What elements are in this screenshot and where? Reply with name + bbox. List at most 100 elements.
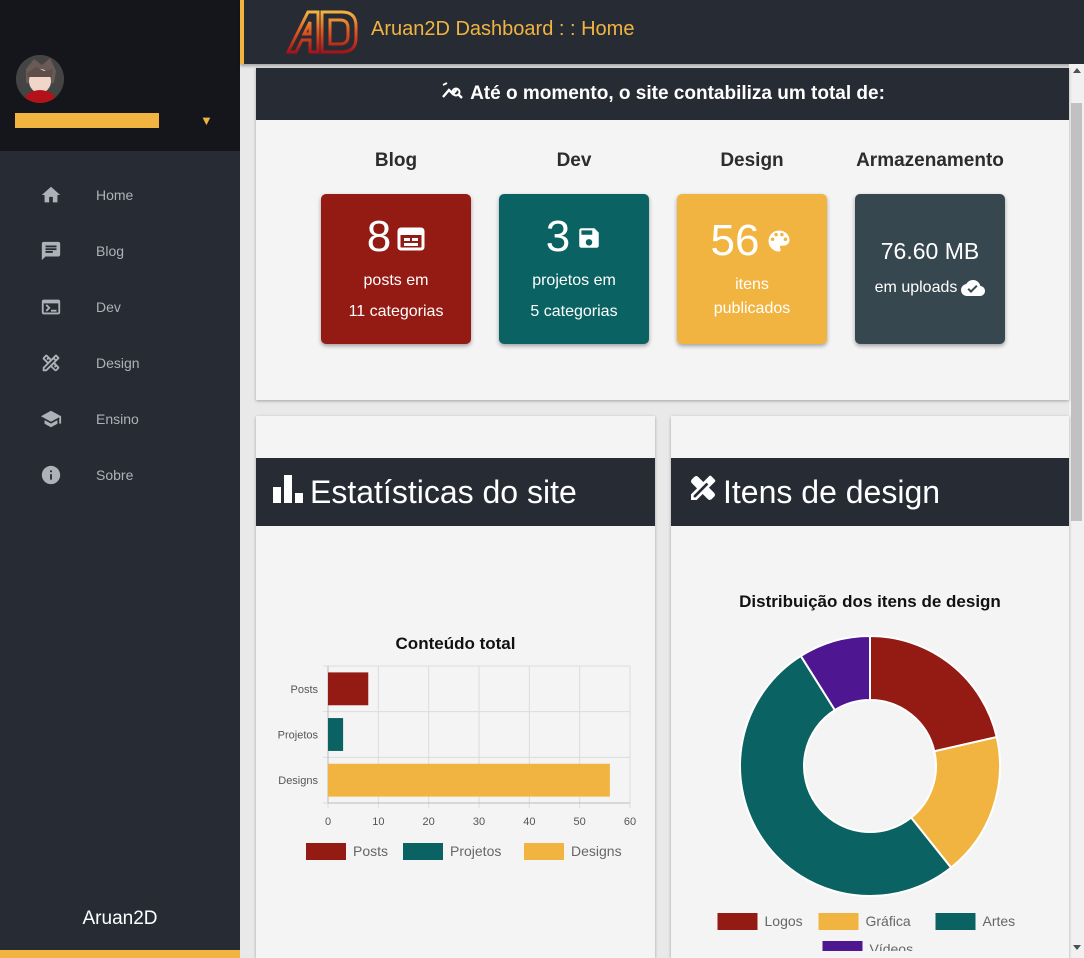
slice-logos[interactable] (869, 634, 998, 753)
caret-down-icon[interactable]: ▼ (200, 113, 213, 128)
x-tick-label: 40 (523, 816, 535, 828)
sidebar-item-label: Ensino (96, 411, 139, 427)
stat-value: 3 (545, 212, 571, 261)
username-bar[interactable] (15, 113, 159, 128)
sidebar-footer: Aruan2D (82, 908, 158, 929)
sidebar-item-blog[interactable]: Blog (0, 223, 240, 279)
page-title: Aruan2D Dashboard : : Home (371, 18, 635, 40)
stat-title: Dev (556, 150, 592, 171)
x-tick-label: 10 (372, 816, 384, 828)
legend-swatch (306, 843, 346, 860)
chart-title: Distribuição dos itens de design (739, 592, 1001, 611)
analytics-icon (440, 79, 464, 109)
bar-projetos[interactable] (328, 718, 344, 751)
sidebar-item-label: Sobre (96, 467, 134, 483)
profile-area: ▼ (0, 0, 240, 151)
legend-swatch (822, 941, 863, 951)
stats-panel: Estatísticas do site Conteúdo total 0 10 2… (256, 416, 655, 958)
sidebar-item-label: Dev (96, 299, 121, 315)
sidebar-item-home[interactable]: Home (0, 167, 240, 223)
top-header: Aruan2D Dashboard : : Home (240, 0, 1084, 64)
y-tick-label: Projetos (278, 730, 319, 742)
legend-label[interactable]: Designs (571, 843, 622, 859)
design-panel-header: Itens de design (671, 458, 1069, 526)
legend-swatch (403, 843, 443, 860)
donut-chart: Logos Gráfica Artes Vídeos (717, 634, 1016, 951)
sidebar: ▼ Home Blog Dev Design Ensino Sobre Arua… (0, 0, 240, 958)
stat-value-row: 56 (677, 216, 827, 266)
cloud-done-icon (961, 279, 986, 302)
stat-box-blog[interactable]: 8 posts em 11 categorias (321, 194, 471, 344)
legend-label[interactable]: Projetos (450, 843, 501, 859)
x-tick-label: 20 (423, 816, 435, 828)
x-tick-label: 60 (624, 816, 636, 828)
save-icon (576, 212, 602, 262)
stat-line2: 5 categorias (530, 303, 618, 320)
stat-title: Armazenamento (856, 150, 1004, 171)
y-tick-label: Posts (290, 684, 318, 696)
stat-box-storage[interactable]: 76.60 MB em uploads (855, 194, 1005, 344)
info-icon (0, 464, 96, 486)
stat-box-design[interactable]: 56 itens publicados (677, 194, 827, 344)
design-panel: Itens de design Distribuição dos itens d… (671, 416, 1069, 958)
panel-title: Estatísticas do site (310, 473, 577, 510)
legend-label[interactable]: Logos (765, 913, 803, 929)
sidebar-item-design[interactable]: Design (0, 335, 240, 391)
y-tick-label: Designs (278, 775, 318, 787)
stat-title: Design (720, 150, 784, 171)
logo[interactable] (284, 8, 360, 61)
stat-value: 56 (710, 216, 760, 265)
legend-label[interactable]: Gráfica (866, 913, 911, 929)
school-icon (0, 408, 96, 430)
sidebar-item-label: Blog (96, 243, 125, 259)
legend-swatch (717, 913, 758, 930)
bar-posts[interactable] (328, 672, 369, 706)
sidebar-item-label: Design (96, 355, 140, 371)
stat-value: 8 (366, 212, 392, 261)
bar-chart: 0 10 20 30 40 50 60 Posts Projetos Designs Posts Pr… (278, 665, 636, 860)
stat-value: 76.60 MB (880, 238, 980, 264)
stat-value-row: 8 (321, 212, 471, 262)
stat-line1: projetos em (532, 272, 616, 289)
sidebar-item-ensino[interactable]: Ensino (0, 391, 240, 447)
stat-line1: itens (735, 276, 769, 293)
x-tick-label: 0 (325, 816, 331, 828)
legend-swatch (524, 843, 564, 860)
legend-label[interactable]: Posts (353, 843, 388, 859)
avatar[interactable] (16, 55, 64, 103)
scrollbar-thumb[interactable] (1071, 103, 1082, 521)
sidebar-nav: Home Blog Dev Design Ensino Sobre (0, 167, 240, 503)
sidebar-item-sobre[interactable]: Sobre (0, 447, 240, 503)
stat-line2: 11 categorias (348, 303, 444, 320)
stat-line1-row: em uploads (855, 279, 1005, 302)
stat-value-row: 3 (499, 212, 649, 262)
scroll-up-arrow-icon[interactable] (1073, 68, 1081, 73)
sidebar-item-label: Home (96, 187, 134, 203)
legend-label[interactable]: Artes (983, 913, 1016, 929)
calendar-icon (397, 212, 425, 262)
scroll-down-arrow-icon[interactable] (1073, 945, 1081, 950)
stat-line1: em uploads (874, 279, 958, 296)
terminal-icon (0, 296, 96, 318)
legend-swatch (818, 913, 859, 930)
bar-designs[interactable] (328, 763, 610, 797)
bar-chart-icon (272, 473, 306, 511)
summary-card: Até o momento, o site contabiliza um tot… (256, 68, 1069, 400)
x-tick-label: 30 (473, 816, 485, 828)
stat-line2: publicados (713, 300, 791, 317)
stats-panel-header: Estatísticas do site (256, 458, 655, 526)
sidebar-item-dev[interactable]: Dev (0, 279, 240, 335)
summary-heading: Até o momento, o site contabiliza um tot… (470, 83, 885, 104)
chat-icon (0, 240, 96, 262)
x-tick-label: 50 (574, 816, 586, 828)
legend-swatch (935, 913, 976, 930)
panel-title: Itens de design (723, 473, 941, 510)
stat-line1: posts em (363, 272, 429, 289)
design-tools-icon (687, 472, 719, 512)
legend-label[interactable]: Vídeos (870, 941, 914, 951)
sidebar-accent-bar (0, 950, 240, 958)
design-tools-icon (0, 352, 96, 374)
summary-header: Até o momento, o site contabiliza um tot… (256, 68, 1069, 120)
chart-title: Conteúdo total (395, 634, 516, 653)
stat-box-dev[interactable]: 3 projetos em 5 categorias (499, 194, 649, 344)
